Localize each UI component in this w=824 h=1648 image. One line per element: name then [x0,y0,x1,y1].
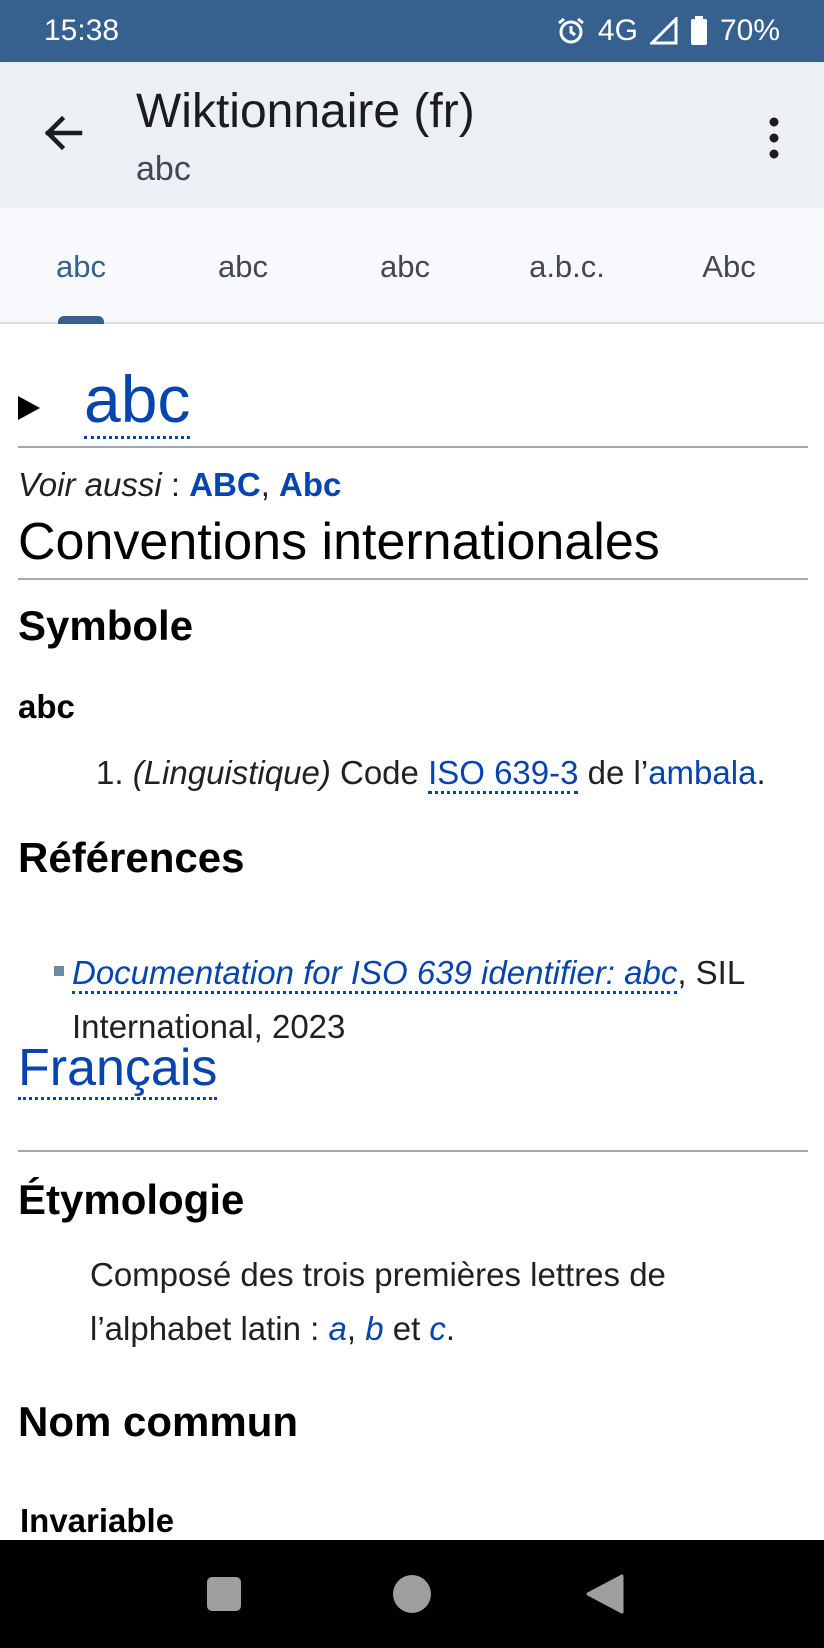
bullet-icon [54,966,64,976]
status-time: 15:38 [44,14,120,47]
section-conventions: Conventions internationales [18,513,660,571]
network-type: 4G [597,14,638,47]
home-circle-icon[interactable] [390,1572,434,1616]
app-title: Wiktionnaire (fr) [136,85,475,138]
tab-label: a.b.c. [529,249,605,284]
arrow-back-icon[interactable] [40,110,86,156]
tab-abc-3[interactable]: abc [324,208,486,324]
recents-square-icon[interactable] [202,1572,246,1616]
link-iso-639-3[interactable]: ISO 639-3 [428,754,579,794]
app-bar: Wiktionnaire (fr) abc [0,62,824,208]
battery-level: 70% [719,14,780,47]
tab-active-indicator [58,316,104,324]
signal-icon [649,17,678,45]
definition-1: 1. (Linguistique) Code ISO 639-3 de l’am… [96,746,766,800]
back-triangle-icon[interactable] [582,1572,626,1616]
more-vert-icon[interactable] [760,114,788,162]
link-iso-documentation[interactable]: Documentation for ISO 639 identifier: ab… [72,954,678,994]
tab-abc-2[interactable]: abc [162,208,324,324]
tab-label: Abc [702,249,756,284]
heading-nom-commun: Nom commun [18,1398,299,1445]
battery-icon [690,16,708,46]
link-ambala[interactable]: ambala [648,754,756,791]
tab-label: abc [380,249,430,284]
symbole-word: abc [18,688,75,725]
collapse-triangle-icon[interactable] [18,396,40,420]
etymologie-text: Composé des trois premières lettres de l… [90,1256,666,1347]
heading-symbole: Symbole [18,602,194,649]
voir-aussi: Voir aussi : ABC, Abc [18,466,342,503]
divider [18,446,808,448]
heading-etymologie: Étymologie [18,1176,245,1223]
invariable-label: Invariable [20,1502,175,1539]
tab-Abc[interactable]: Abc [648,208,810,324]
variant-tabs: abc abc abc a.b.c. Abc [0,208,824,324]
section-francais[interactable]: Français [18,1038,218,1100]
link-ABC[interactable]: ABC [189,466,261,503]
app-subtitle: abc [136,150,191,188]
heading-references: Références [18,834,245,881]
link-a[interactable]: a [329,1310,347,1347]
page-title[interactable]: abc [84,362,191,439]
link-Abc[interactable]: Abc [279,466,341,503]
system-nav-bar [0,1540,824,1648]
divider [18,578,808,580]
tab-a-b-c[interactable]: a.b.c. [486,208,648,324]
tab-abc-1[interactable]: abc [0,208,162,324]
article-content: abc Voir aussi : ABC, Abc Conventions in… [0,326,824,1540]
link-b[interactable]: b [365,1310,383,1347]
tab-label: abc [218,249,268,284]
status-bar: 15:38 4G 70% [0,0,824,62]
alarm-icon [556,16,586,46]
status-icons: 4G 70% [556,14,780,48]
tab-label: abc [56,249,106,284]
link-c[interactable]: c [429,1310,446,1347]
divider [18,1150,808,1152]
